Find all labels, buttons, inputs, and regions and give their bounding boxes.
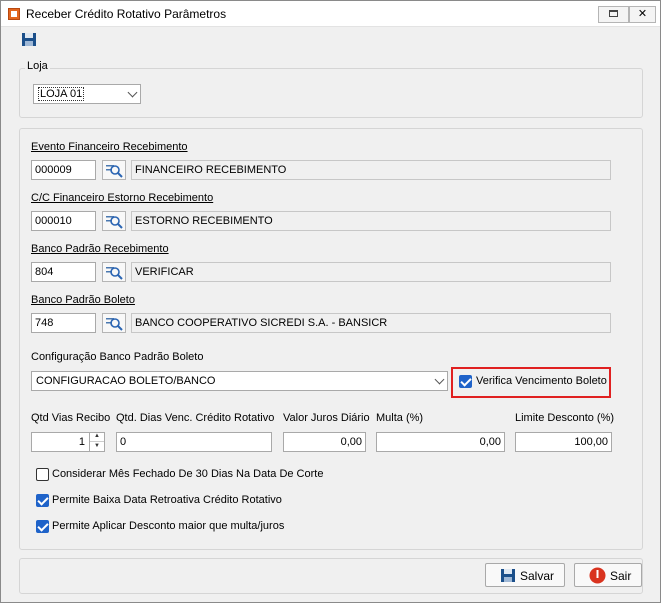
- close-icon: ✕: [637, 8, 648, 20]
- spin-down-icon[interactable]: ▼: [90, 442, 104, 452]
- chevron-down-icon: [434, 374, 445, 385]
- banco-boleto-label: Banco Padrão Boleto: [31, 294, 135, 306]
- loja-group-label: Loja: [25, 60, 50, 72]
- spin-up-icon[interactable]: ▲: [90, 432, 104, 442]
- chevron-down-icon: [127, 87, 138, 98]
- title-bar: Receber Crédito Rotativo Parâmetros ✕: [1, 1, 660, 27]
- power-icon: [589, 567, 606, 584]
- banco-receb-code-input[interactable]: 804: [31, 262, 96, 282]
- baixa-retroativa-checkbox[interactable]: [36, 494, 49, 507]
- baixa-retroativa-label: Permite Baixa Data Retroativa Crédito Ro…: [52, 494, 282, 506]
- config-boleto-label: Configuração Banco Padrão Boleto: [31, 351, 204, 363]
- desconto-maior-label: Permite Aplicar Desconto maior que multa…: [52, 520, 285, 532]
- limite-label: Limite Desconto (%): [515, 412, 615, 424]
- verifica-vencimento-label: Verifica Vencimento Boleto: [476, 375, 607, 387]
- restore-icon: [609, 10, 618, 17]
- qtd-dias-input[interactable]: 0: [116, 432, 272, 452]
- banco-receb-desc: VERIFICAR: [131, 262, 611, 282]
- cc-estorno-label: C/C Financeiro Estorno Recebimento: [31, 192, 214, 204]
- exit-button[interactable]: Sair: [574, 563, 642, 587]
- floppy-disk-icon: [501, 569, 515, 582]
- floppy-disk-icon[interactable]: [21, 32, 37, 47]
- loja-selected: LOJA 01: [38, 87, 85, 101]
- search-list-icon[interactable]: [102, 262, 126, 282]
- dialog-window: Receber Crédito Rotativo Parâmetros ✕ Lo…: [0, 0, 661, 603]
- mes-fechado-checkbox[interactable]: [36, 468, 49, 481]
- mes-fechado-label: Considerar Mês Fechado De 30 Dias Na Dat…: [52, 468, 324, 480]
- cc-estorno-code-input[interactable]: 000010: [31, 211, 96, 231]
- save-button[interactable]: Salvar: [485, 563, 565, 587]
- juros-input[interactable]: 0,00: [283, 432, 366, 452]
- exit-button-label: Sair: [610, 569, 632, 583]
- juros-label: Valor Juros Diário: [283, 412, 370, 424]
- search-list-icon[interactable]: [102, 211, 126, 231]
- save-button-label: Salvar: [520, 569, 555, 583]
- limite-input[interactable]: 100,00: [515, 432, 612, 452]
- multa-input[interactable]: 0,00: [376, 432, 505, 452]
- banco-boleto-desc: BANCO COOPERATIVO SICREDI S.A. - BANSICR: [131, 313, 611, 333]
- multa-label: Multa (%): [376, 412, 424, 424]
- desconto-maior-checkbox[interactable]: [36, 520, 49, 533]
- search-list-icon[interactable]: [102, 160, 126, 180]
- app-icon: [8, 8, 20, 20]
- window-title: Receber Crédito Rotativo Parâmetros: [26, 7, 227, 21]
- loja-select[interactable]: LOJA 01: [33, 84, 141, 104]
- close-button[interactable]: ✕: [629, 6, 656, 23]
- config-boleto-selected: CONFIGURACAO BOLETO/BANCO: [36, 375, 216, 387]
- qtd-dias-label: Qtd. Dias Venc. Crédito Rotativo: [116, 412, 275, 424]
- qtd-vias-spinner[interactable]: ▲ ▼: [89, 432, 104, 452]
- search-list-icon[interactable]: [102, 313, 126, 333]
- banco-receb-label: Banco Padrão Recebimento: [31, 243, 169, 255]
- evento-desc: FINANCEIRO RECEBIMENTO: [131, 160, 611, 180]
- verifica-vencimento-checkbox[interactable]: [459, 375, 472, 388]
- config-boleto-select[interactable]: CONFIGURACAO BOLETO/BANCO: [31, 371, 448, 391]
- banco-boleto-code-input[interactable]: 748: [31, 313, 96, 333]
- qtd-vias-label: Qtd Vias Recibo: [31, 412, 111, 424]
- restore-button[interactable]: [598, 6, 629, 23]
- evento-label: Evento Financeiro Recebimento: [31, 141, 188, 153]
- cc-estorno-desc: ESTORNO RECEBIMENTO: [131, 211, 611, 231]
- evento-code-input[interactable]: 000009: [31, 160, 96, 180]
